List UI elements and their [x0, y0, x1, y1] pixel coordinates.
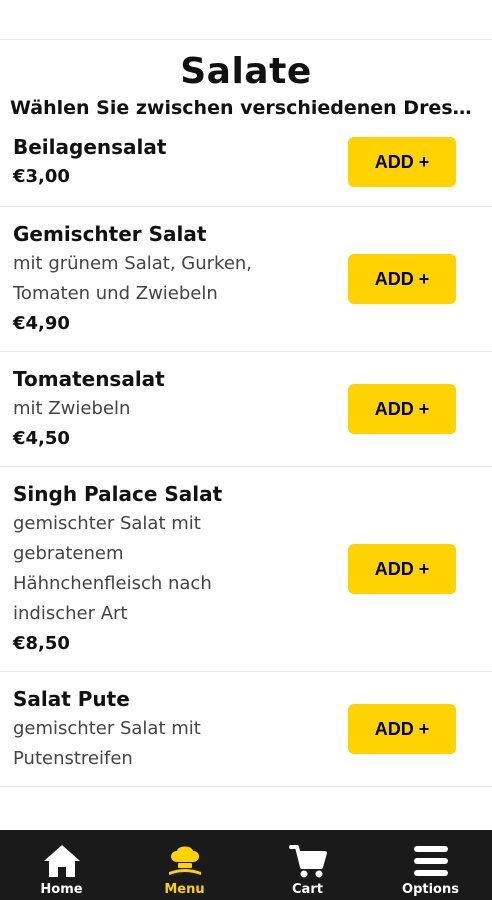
nav-cart[interactable]: Cart — [246, 830, 369, 900]
menu-item-info: Singh Palace Salat gemischter Salat mit … — [13, 479, 348, 659]
add-button[interactable]: ADD + — [348, 137, 456, 187]
description-line: mit grünem Salat, Gurken, — [13, 253, 253, 274]
description-line: mit Zwiebeln — [13, 398, 131, 419]
menu-item-description: gemischter Salat mit gebratenem Hähnchen… — [13, 509, 273, 629]
description-line: Hähnchenfleisch nach — [13, 573, 212, 594]
chef-hat-icon — [165, 840, 205, 882]
nav-home[interactable]: Home — [0, 830, 123, 900]
menu-item: Singh Palace Salat gemischter Salat mit … — [0, 467, 492, 672]
section-title: Salate — [180, 51, 312, 92]
description-line: gemischter Salat mit — [13, 513, 201, 534]
nav-home-label: Home — [40, 882, 83, 897]
menu-item-price: €3,00 — [13, 166, 70, 187]
description-line: Tomaten und Zwiebeln — [13, 283, 218, 304]
menu-item: Tomatensalat mit Zwiebeln €4,50 ADD + — [0, 352, 492, 467]
home-icon — [42, 840, 82, 882]
menu-item-description: mit grünem Salat, Gurken, Tomaten und Zw… — [13, 249, 273, 309]
top-spacer — [0, 0, 492, 40]
menu-item-name: Tomatensalat — [13, 367, 165, 391]
menu-item-info: Tomatensalat mit Zwiebeln €4,50 — [13, 364, 348, 454]
menu-item-price: €4,50 — [13, 428, 70, 449]
nav-menu-label: Menu — [164, 882, 205, 897]
menu-item: Salat Pute gemischter Salat mit Putenstr… — [0, 672, 492, 787]
description-line: indischer Art — [13, 603, 128, 624]
add-button[interactable]: ADD + — [348, 384, 456, 434]
description-line: Putenstreifen — [13, 748, 133, 769]
nav-options[interactable]: Options — [369, 830, 492, 900]
menu-item-price: €8,50 — [13, 633, 70, 654]
menu-item-info: Gemischter Salat mit grünem Salat, Gurke… — [13, 219, 348, 339]
section-subtitle: Wählen Sie zwischen verschiedenen Dressi… — [10, 97, 492, 119]
menu-item: Gemischter Salat mit grünem Salat, Gurke… — [0, 207, 492, 352]
menu-item: Beilagensalat €3,00 ADD + — [0, 122, 492, 207]
add-button[interactable]: ADD + — [348, 704, 456, 754]
section-header: Salate Wählen Sie zwischen verschiedenen… — [0, 40, 492, 122]
menu-item-name: Gemischter Salat — [13, 222, 207, 246]
menu-item-info: Beilagensalat €3,00 — [13, 132, 348, 192]
description-line: gebratenem — [13, 543, 124, 564]
description-line: gemischter Salat mit — [13, 718, 201, 739]
menu-item-name: Singh Palace Salat — [13, 482, 223, 506]
menu-item-list: Beilagensalat €3,00 ADD + Gemischter Sal… — [0, 122, 492, 787]
hamburger-menu-icon — [411, 840, 451, 882]
menu-item-description: gemischter Salat mit Putenstreifen — [13, 714, 273, 774]
menu-item-info: Salat Pute gemischter Salat mit Putenstr… — [13, 684, 348, 774]
nav-menu[interactable]: Menu — [123, 830, 246, 900]
bottom-navigation: Home Menu Cart Options — [0, 830, 492, 900]
menu-item-price: €4,90 — [13, 313, 70, 334]
menu-item-name: Salat Pute — [13, 687, 130, 711]
add-button[interactable]: ADD + — [348, 544, 456, 594]
add-button[interactable]: ADD + — [348, 254, 456, 304]
nav-cart-label: Cart — [292, 882, 323, 897]
menu-item-description: mit Zwiebeln — [13, 394, 273, 424]
menu-item-name: Beilagensalat — [13, 135, 167, 159]
cart-icon — [288, 840, 328, 882]
nav-options-label: Options — [402, 882, 459, 897]
